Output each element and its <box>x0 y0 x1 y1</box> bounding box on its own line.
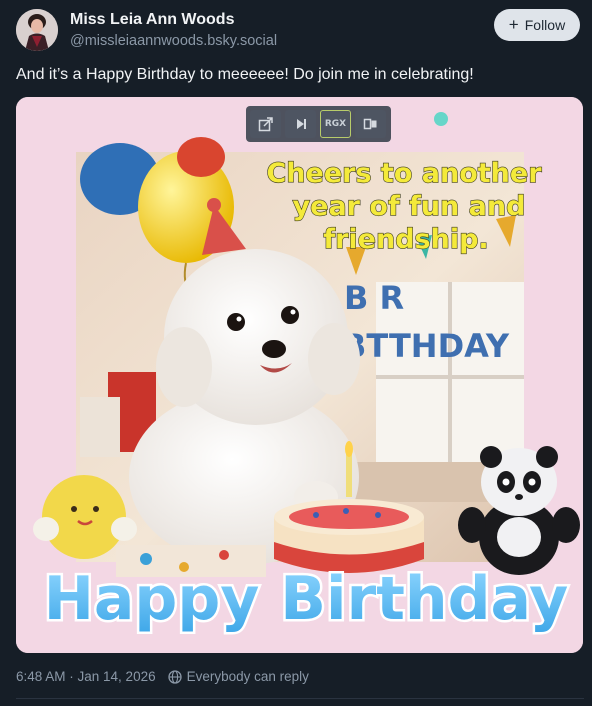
caption-line-2: year of fun and <box>293 191 526 222</box>
skip-forward-button[interactable] <box>285 110 316 138</box>
reply-setting[interactable]: Everybody can reply <box>167 669 309 684</box>
follow-label: Follow <box>524 17 566 33</box>
globe-icon <box>167 669 182 684</box>
author-handle[interactable]: @missleiaannwoods.bsky.social <box>70 33 277 49</box>
compare-icon <box>363 118 376 130</box>
compare-button[interactable] <box>355 110 386 138</box>
banner-letters-bottom: BTTHDAY <box>342 327 510 365</box>
skip-forward-icon <box>296 119 306 129</box>
open-external-button[interactable] <box>250 110 281 138</box>
post-footer: 6:48 AM · Jan 14, 2026 Everybody can rep… <box>16 669 309 684</box>
happy-birthday-text: Happy Birthday <box>44 564 569 634</box>
avatar[interactable] <box>16 9 58 51</box>
caption-line-3: friendship. <box>323 224 488 255</box>
caption-line-1: Cheers to another <box>266 158 542 189</box>
divider <box>16 698 584 699</box>
birthday-dog-illustration: Cheers to another year of fun and friend… <box>16 97 583 653</box>
banner-letters-top: B R <box>344 279 404 317</box>
post-timestamp[interactable]: 6:48 AM · Jan 14, 2026 <box>16 669 156 684</box>
open-external-icon <box>258 117 273 132</box>
follow-button[interactable]: + Follow <box>494 9 580 41</box>
post-image[interactable]: Cheers to another year of fun and friend… <box>16 97 583 653</box>
reply-setting-label: Everybody can reply <box>186 669 309 684</box>
author-display-name[interactable]: Miss Leia Ann Woods <box>70 11 234 29</box>
media-controls: RGX <box>246 106 391 142</box>
plus-icon: + <box>508 15 519 34</box>
rgx-button[interactable]: RGX <box>320 110 351 138</box>
post-text: And it’s a Happy Birthday to meeeeee! Do… <box>16 66 474 83</box>
post-header: Miss Leia Ann Woods @missleiaannwoods.bs… <box>16 9 580 53</box>
